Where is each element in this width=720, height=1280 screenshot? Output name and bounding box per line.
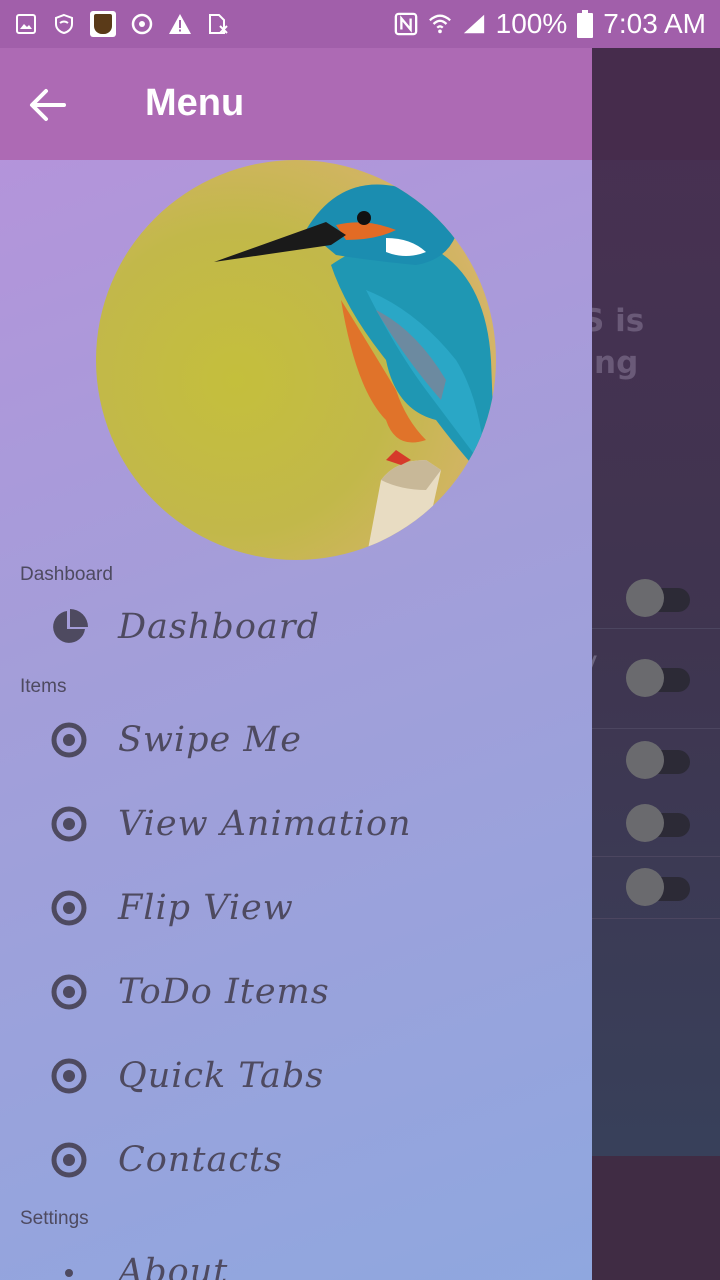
background-toggle[interactable]: [626, 579, 690, 617]
gallery-notification-icon: [14, 12, 38, 36]
background-toggle[interactable]: [626, 804, 690, 842]
status-bar: 100% 7:03 AM: [0, 0, 720, 48]
background-bottom-bar: [592, 1156, 720, 1280]
ups-app-icon: [90, 11, 116, 37]
menu-item-dashboard[interactable]: Dashboard: [0, 585, 592, 669]
background-toggle[interactable]: [626, 659, 690, 697]
background-divider: [592, 728, 720, 729]
info-icon: [48, 1251, 90, 1280]
menu-item-about[interactable]: About: [0, 1230, 592, 1280]
radio-dot-icon: [48, 1139, 90, 1181]
radio-dot-icon: [48, 719, 90, 761]
section-label-dashboard: Dashboard: [20, 564, 113, 585]
radio-dot-icon: [48, 887, 90, 929]
background-divider: [592, 918, 720, 919]
wifi-icon: [428, 12, 452, 36]
no-sim-icon: [206, 12, 230, 36]
section-label-items: Items: [20, 676, 67, 697]
signal-icon: [462, 12, 486, 36]
menu-item-view-animation[interactable]: View Animation: [0, 782, 592, 866]
shield-icon: [52, 12, 76, 36]
battery-percent: 100%: [495, 8, 568, 39]
radio-dot-icon: [48, 1055, 90, 1097]
background-divider: [592, 628, 720, 629]
background-divider: [592, 856, 720, 857]
menu-item-todo-items[interactable]: ToDo Items: [0, 950, 592, 1034]
nfc-icon: [394, 12, 418, 36]
battery-icon: [577, 10, 594, 38]
radio-dot-icon: [48, 971, 90, 1013]
drawer-header: Menu: [0, 48, 592, 160]
clock: 7:03 AM: [603, 8, 706, 39]
menu-item-swipe-me[interactable]: Swipe Me: [0, 698, 592, 782]
profile-image: [96, 160, 496, 560]
background-toggle[interactable]: [626, 868, 690, 906]
menu-item-quick-tabs[interactable]: Quick Tabs: [0, 1034, 592, 1118]
menu-item-contacts[interactable]: Contacts: [0, 1118, 592, 1202]
back-arrow-icon[interactable]: [24, 82, 70, 128]
section-label-settings: Settings: [20, 1208, 89, 1229]
radio-dot-icon: [48, 803, 90, 845]
navigation-drawer: Menu Dashboard Dashboard Items Swipe Me …: [0, 48, 592, 1280]
pie-chart-icon: [48, 606, 90, 648]
sync-icon: [130, 12, 154, 36]
warning-icon: [168, 12, 192, 36]
menu-item-flip-view[interactable]: Flip View: [0, 866, 592, 950]
drawer-title: Menu: [145, 82, 245, 124]
background-toggle[interactable]: [626, 741, 690, 779]
